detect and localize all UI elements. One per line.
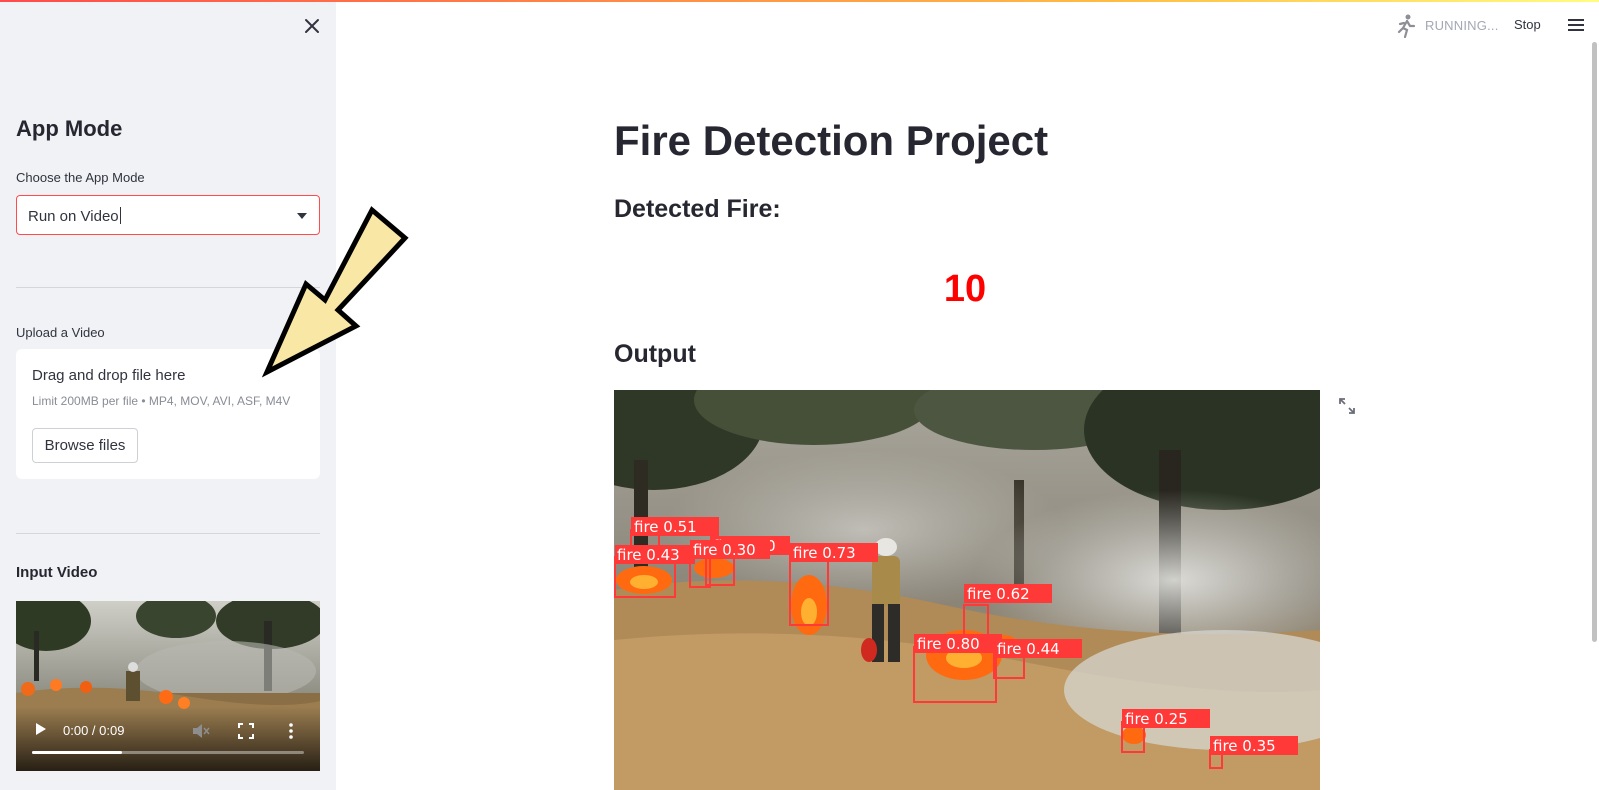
video-progress-track[interactable] <box>32 751 304 754</box>
top-decoration-bar <box>0 0 1599 2</box>
svg-text:fire 0.80: fire 0.80 <box>917 635 980 653</box>
arrow-annotation <box>261 206 409 378</box>
video-time: 0:00 / 0:09 <box>63 723 125 738</box>
uploader-title: Drag and drop file here <box>32 367 186 384</box>
running-man-icon <box>1397 14 1416 38</box>
upload-label: Upload a Video <box>16 325 105 340</box>
sidebar-title: App Mode <box>16 116 123 141</box>
output-video-frame: fire 0.51 fire 0.30 fire 0.43 fire 0.30 … <box>614 390 1320 790</box>
svg-text:fire 0.62: fire 0.62 <box>967 585 1030 603</box>
sidebar: App Mode Choose the App Mode Run on Vide… <box>0 0 336 790</box>
app-mode-select-value: Run on Video <box>28 207 121 225</box>
page-title: Fire Detection Project <box>614 117 1049 164</box>
svg-text:fire 0.73: fire 0.73 <box>793 544 856 562</box>
fullscreen-icon[interactable] <box>238 723 254 739</box>
more-vert-icon[interactable] <box>289 723 293 739</box>
running-status: RUNNING... <box>1425 18 1499 33</box>
stop-button[interactable]: Stop <box>1514 17 1541 32</box>
close-icon[interactable] <box>300 14 324 38</box>
svg-text:fire 0.44: fire 0.44 <box>997 640 1060 658</box>
svg-text:fire 0.43: fire 0.43 <box>617 546 680 564</box>
volume-icon[interactable] <box>192 723 210 739</box>
main-scrollbar[interactable] <box>1592 42 1597 642</box>
output-scene: fire 0.51 fire 0.30 fire 0.43 fire 0.30 … <box>614 390 1320 790</box>
output-heading: Output <box>614 340 696 368</box>
hamburger-menu-icon[interactable] <box>1568 18 1584 32</box>
detected-fire-count: 10 <box>943 268 987 310</box>
sidebar-divider <box>16 533 320 534</box>
svg-text:fire 0.51: fire 0.51 <box>634 518 697 536</box>
expand-icon[interactable] <box>1338 397 1356 415</box>
uploader-limits: Limit 200MB per file • MP4, MOV, AVI, AS… <box>32 394 291 408</box>
play-icon[interactable] <box>36 723 46 735</box>
input-video-label: Input Video <box>16 564 98 581</box>
mode-select-label: Choose the App Mode <box>16 170 145 185</box>
video-progress-fill <box>32 751 122 754</box>
detected-fire-heading: Detected Fire: <box>614 195 781 223</box>
svg-text:fire 0.35: fire 0.35 <box>1213 737 1276 755</box>
svg-text:fire 0.25: fire 0.25 <box>1125 710 1188 728</box>
browse-files-button[interactable]: Browse files <box>32 428 138 463</box>
svg-text:fire 0.30: fire 0.30 <box>693 541 756 559</box>
input-video-player[interactable]: 0:00 / 0:09 <box>16 601 320 771</box>
video-controls: 0:00 / 0:09 <box>16 707 320 771</box>
